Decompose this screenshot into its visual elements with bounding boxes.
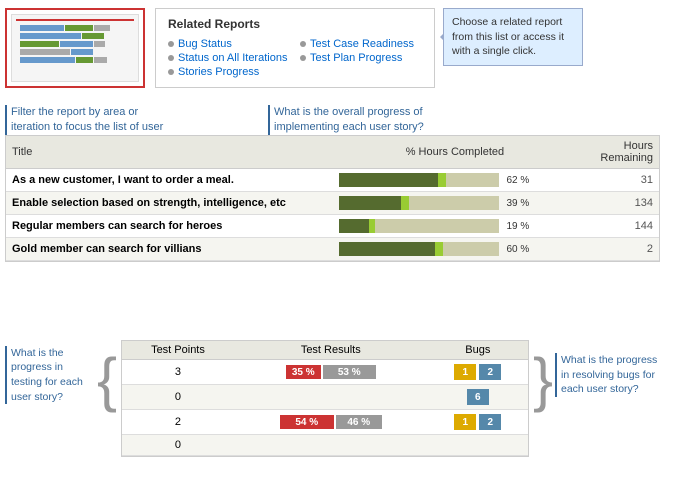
bug-badge-teal: 6: [467, 389, 489, 405]
progress-note: What is the overall progress of implemen…: [268, 105, 468, 136]
col-header-test-points: Test Points: [122, 341, 234, 360]
table-row: Regular members can search for heroes 19 …: [6, 215, 659, 238]
bar-fill: [339, 219, 369, 233]
title-cell: Gold member can search for villians: [6, 238, 333, 261]
bar-label: 19 %: [507, 221, 535, 232]
remaining-cell: 134: [577, 192, 659, 215]
test-seg-red: 54 %: [280, 415, 334, 429]
table-row: Enable selection based on strength, inte…: [6, 192, 659, 215]
related-reports-callout: Choose a related report from this list o…: [443, 8, 583, 66]
report-link-test-plan-progress[interactable]: Test Plan Progress: [310, 52, 402, 64]
bar-label: 60 %: [507, 244, 535, 255]
bugs-cell: 12: [428, 410, 528, 435]
bar-cell: 39 %: [333, 192, 578, 215]
col-header-bugs: Bugs: [428, 341, 528, 360]
report-link-bug-status[interactable]: Bug Status: [178, 38, 232, 50]
table-row: 254 %46 %12: [122, 410, 528, 435]
bottom-right-note: What is the progress in resolving bugs f…: [555, 353, 660, 397]
bug-badge-teal: 2: [479, 364, 501, 380]
test-points-cell: 0: [122, 435, 234, 456]
left-brace: {: [97, 350, 117, 410]
bugs-cell: 6: [428, 385, 528, 410]
related-reports-title: Related Reports: [168, 17, 422, 31]
test-seg-gray: 46 %: [336, 415, 382, 429]
report-item-stories-progress[interactable]: Stories Progress: [168, 65, 290, 79]
bar-accent: [369, 219, 375, 233]
remaining-cell: 144: [577, 215, 659, 238]
bottom-table-container: Test Points Test Results Bugs 335 %53 %1…: [121, 340, 529, 457]
bug-badge-yellow: 1: [454, 364, 476, 380]
remaining-cell: 2: [577, 238, 659, 261]
title-cell: Regular members can search for heroes: [6, 215, 333, 238]
test-points-cell: 3: [122, 360, 234, 385]
bar-accent: [438, 173, 446, 187]
bar-cell: 60 %: [333, 238, 578, 261]
test-points-cell: 2: [122, 410, 234, 435]
related-reports-grid: Bug Status Status on All Iterations Stor…: [168, 37, 422, 79]
bar-accent: [435, 242, 443, 256]
bar-accent: [401, 196, 409, 210]
test-results-cell: 54 %46 %: [234, 410, 428, 435]
title-cell: Enable selection based on strength, inte…: [6, 192, 333, 215]
bottom-table: Test Points Test Results Bugs 335 %53 %1…: [122, 341, 528, 456]
bullet-icon: [168, 69, 174, 75]
col-header-hours-completed: % Hours Completed: [333, 136, 578, 169]
bottom-left-note: What is the progress in testing for each…: [5, 346, 95, 405]
bar-fill: [339, 196, 401, 210]
bug-badge-yellow: 1: [454, 414, 476, 430]
test-results-cell: [234, 435, 428, 456]
table-row: As a new customer, I want to order a mea…: [6, 169, 659, 192]
bullet-icon: [300, 55, 306, 61]
bug-badge-teal: 2: [479, 414, 501, 430]
col-header-hours-remaining: HoursRemaining: [577, 136, 659, 169]
table-row: Gold member can search for villians 60 % 2: [6, 238, 659, 261]
test-seg-gray: 53 %: [323, 365, 376, 379]
report-link-all-iterations[interactable]: Status on All Iterations: [178, 52, 287, 64]
report-item-bug-status[interactable]: Bug Status: [168, 37, 290, 51]
bugs-cell: 12: [428, 360, 528, 385]
bar-cell: 62 %: [333, 169, 578, 192]
table-row: 06: [122, 385, 528, 410]
report-link-stories-progress[interactable]: Stories Progress: [178, 66, 259, 78]
related-reports-box: Related Reports Bug Status Status on All…: [155, 8, 435, 88]
bar-label: 62 %: [507, 175, 535, 186]
remaining-cell: 31: [577, 169, 659, 192]
bar-fill: [339, 173, 438, 187]
col-header-test-results: Test Results: [234, 341, 428, 360]
report-item-test-plan-progress[interactable]: Test Plan Progress: [300, 51, 422, 65]
test-results-cell: 35 %53 %: [234, 360, 428, 385]
related-reports-container: Related Reports Bug Status Status on All…: [155, 8, 583, 88]
test-points-cell: 0: [122, 385, 234, 410]
report-item-test-case-readiness[interactable]: Test Case Readiness: [300, 37, 422, 51]
report-item-all-iterations[interactable]: Status on All Iterations: [168, 51, 290, 65]
report-link-test-case-readiness[interactable]: Test Case Readiness: [310, 38, 414, 50]
bar-cell: 19 %: [333, 215, 578, 238]
main-table: Title % Hours Completed HoursRemaining A…: [6, 136, 659, 261]
right-brace: }: [533, 350, 553, 410]
title-cell: As a new customer, I want to order a mea…: [6, 169, 333, 192]
bottom-section: What is the progress in testing for each…: [5, 340, 660, 457]
test-seg-red: 35 %: [286, 365, 321, 379]
bullet-icon: [168, 55, 174, 61]
bar-label: 39 %: [507, 198, 535, 209]
bullet-icon: [168, 41, 174, 47]
table-row: 0: [122, 435, 528, 456]
bugs-cell: [428, 435, 528, 456]
test-results-cell: [234, 385, 428, 410]
bullet-icon: [300, 41, 306, 47]
report-thumbnail: [5, 8, 145, 88]
main-table-container: Title % Hours Completed HoursRemaining A…: [5, 135, 660, 262]
bar-fill: [339, 242, 435, 256]
col-header-title: Title: [6, 136, 333, 169]
table-row: 335 %53 %12: [122, 360, 528, 385]
